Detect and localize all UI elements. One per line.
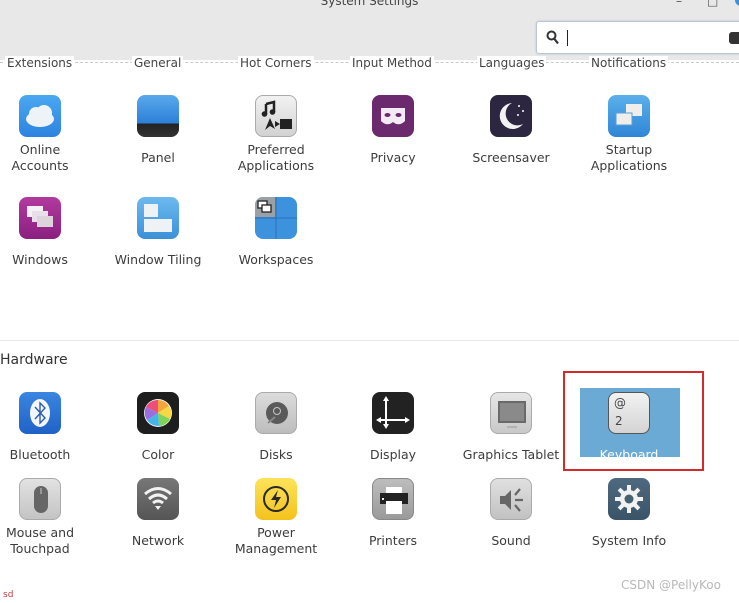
item-label: Network: [131, 533, 185, 548]
section-title-hardware: Hardware: [0, 352, 68, 368]
item-graphics-tablet[interactable]: Graphics Tablet: [452, 392, 570, 482]
cloud-icon: [19, 95, 61, 137]
printer-icon: [372, 478, 414, 520]
tab-languages[interactable]: Languages: [477, 56, 547, 70]
bluetooth-icon: [19, 392, 61, 434]
item-printers[interactable]: Printers: [334, 478, 452, 568]
search-input[interactable]: [536, 21, 739, 54]
item-label: Power Management: [234, 525, 318, 556]
item-privacy[interactable]: Privacy: [334, 95, 452, 185]
item-label: Graphics Tablet: [462, 447, 560, 462]
item-mouse-and-touchpad[interactable]: Mouse and Touchpad: [0, 478, 99, 568]
item-label: Mouse and Touchpad: [5, 525, 75, 556]
section-divider: [0, 340, 739, 341]
watermark: CSDN @PellyKoo: [621, 578, 721, 592]
mask-icon: [372, 95, 414, 137]
tab-hot-corners[interactable]: Hot Corners: [238, 56, 314, 70]
item-label: Preferred Applications: [237, 142, 315, 173]
item-sound[interactable]: Sound: [452, 478, 570, 568]
item-label: Color: [141, 447, 175, 462]
moon-icon: [490, 95, 532, 137]
item-label: Bluetooth: [9, 447, 71, 462]
item-color[interactable]: Color: [99, 392, 217, 482]
item-label: Windows: [12, 252, 68, 267]
item-panel[interactable]: Panel: [99, 95, 217, 185]
item-screensaver[interactable]: Screensaver: [452, 95, 570, 185]
annotation-highlight-box: [563, 371, 704, 471]
item-window-tiling[interactable]: Window Tiling: [99, 197, 217, 287]
item-power-management[interactable]: Power Management: [217, 478, 335, 568]
tab-notifications[interactable]: Notifications: [589, 56, 669, 70]
item-startup-applications[interactable]: Startup Applications: [570, 95, 688, 185]
item-label: Window Tiling: [114, 252, 202, 267]
header-bar: System Settings – □: [0, 0, 739, 60]
speaker-icon: [490, 478, 532, 520]
window-tiling-icon: [137, 197, 179, 239]
color-icon: [137, 392, 179, 434]
item-label: Startup Applications: [590, 142, 668, 173]
item-label: Disks: [259, 447, 293, 462]
item-display[interactable]: Display: [334, 392, 452, 482]
tab-input-method[interactable]: Input Method: [350, 56, 434, 70]
item-label: Printers: [368, 533, 418, 548]
preferred-applications-icon: [255, 95, 297, 137]
wifi-icon: [137, 478, 179, 520]
clear-icon[interactable]: [729, 32, 739, 44]
maximize-button[interactable]: □: [707, 0, 718, 8]
workspaces-icon: [255, 197, 297, 239]
item-windows[interactable]: Windows: [0, 197, 99, 287]
item-online-accounts[interactable]: Online Accounts: [0, 95, 99, 185]
item-network[interactable]: Network: [99, 478, 217, 568]
window-title: System Settings: [320, 0, 419, 8]
item-label: Panel: [141, 150, 175, 165]
footer-mark: sd: [3, 590, 14, 600]
item-label: Display: [369, 447, 417, 462]
power-icon: [255, 478, 297, 520]
item-workspaces[interactable]: Workspaces: [217, 197, 335, 287]
startup-icon: [608, 95, 650, 137]
item-label: Online Accounts: [11, 142, 69, 173]
text-caret: [567, 30, 568, 46]
gear-icon: [608, 478, 650, 520]
item-disks[interactable]: Disks: [217, 392, 335, 482]
panel-icon: [137, 95, 179, 137]
search-icon: [546, 30, 559, 45]
windows-icon: [19, 197, 61, 239]
minimize-button[interactable]: –: [676, 0, 682, 8]
item-label: Sound: [491, 533, 531, 548]
item-label: Screensaver: [472, 150, 550, 165]
tab-general[interactable]: General: [132, 56, 184, 70]
item-label: Workspaces: [238, 252, 314, 267]
item-bluetooth[interactable]: Bluetooth: [0, 392, 99, 482]
item-label: Privacy: [370, 150, 416, 165]
item-label: System Info: [591, 533, 667, 548]
item-system-info[interactable]: System Info: [570, 478, 688, 568]
tablet-icon: [490, 392, 532, 434]
item-preferred-applications[interactable]: Preferred Applications: [217, 95, 335, 185]
disk-icon: [255, 392, 297, 434]
mouse-icon: [19, 478, 61, 520]
tab-extensions[interactable]: Extensions: [5, 56, 75, 70]
display-icon: [372, 392, 414, 434]
